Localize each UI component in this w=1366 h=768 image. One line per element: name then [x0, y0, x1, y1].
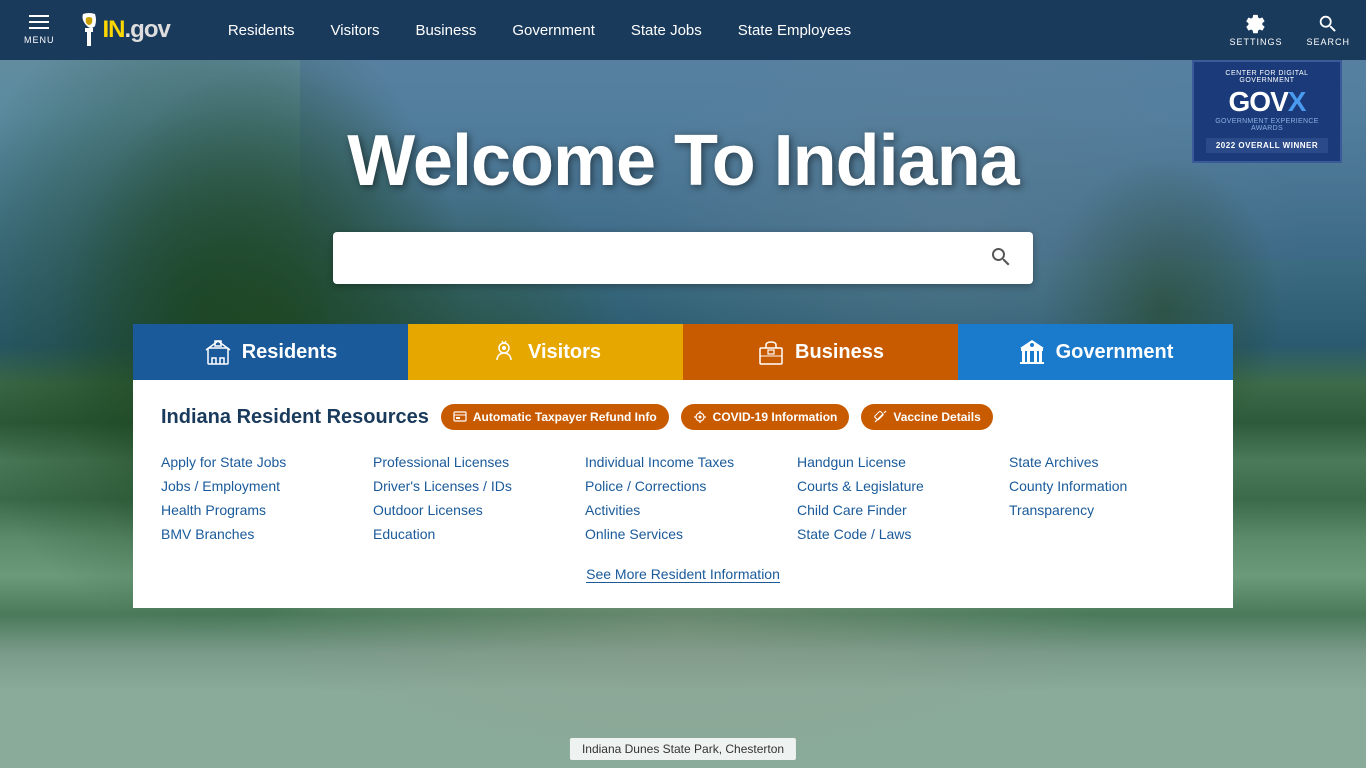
visitors-icon	[490, 338, 518, 366]
link-state-code[interactable]: State Code / Laws	[797, 522, 993, 546]
covid-badge-label: COVID-19 Information	[713, 410, 838, 424]
logo-text: IN.gov	[103, 16, 170, 44]
tab-government-label: Government	[1056, 341, 1174, 364]
link-drivers-licenses[interactable]: Driver's Licenses / IDs	[373, 474, 569, 498]
logo[interactable]: IN.gov	[79, 12, 170, 48]
page-wrapper: MENU IN.gov Residents Visitors Business …	[0, 0, 1366, 768]
link-bmv-branches[interactable]: BMV Branches	[161, 522, 357, 546]
torch-icon	[79, 12, 99, 48]
search-button[interactable]: SEARCH	[1306, 13, 1350, 47]
tabs: Residents Visitors Business	[133, 324, 1233, 380]
gear-icon	[1245, 13, 1267, 35]
nav-state-employees[interactable]: State Employees	[720, 0, 869, 60]
links-col-3: Individual Income Taxes Police / Correct…	[585, 450, 781, 546]
link-police-corrections[interactable]: Police / Corrections	[585, 474, 781, 498]
menu-label: MENU	[24, 35, 55, 45]
search-submit-button[interactable]	[985, 241, 1017, 276]
residents-icon	[204, 338, 232, 366]
link-handgun-license[interactable]: Handgun License	[797, 450, 993, 474]
search-icon	[1317, 13, 1339, 35]
link-county-info[interactable]: County Information	[1009, 474, 1205, 498]
settings-button[interactable]: SETTINGS	[1229, 13, 1282, 47]
link-courts-legislature[interactable]: Courts & Legislature	[797, 474, 993, 498]
link-state-archives[interactable]: State Archives	[1009, 450, 1205, 474]
govx-top-text: CENTER FOR DIGITAL GOVERNMENT	[1206, 70, 1328, 84]
tab-business-label: Business	[795, 341, 884, 364]
hero-title: Welcome To Indiana	[347, 120, 1018, 202]
settings-label: SETTINGS	[1229, 37, 1282, 47]
covid-icon	[693, 410, 707, 424]
link-apply-state-jobs[interactable]: Apply for State Jobs	[161, 450, 357, 474]
menu-button[interactable]: MENU	[16, 7, 63, 53]
tab-business[interactable]: Business	[683, 324, 958, 380]
search-label: SEARCH	[1306, 37, 1350, 47]
refund-badge-button[interactable]: Automatic Taxpayer Refund Info	[441, 404, 669, 430]
tab-government[interactable]: Government	[958, 324, 1233, 380]
navbar: MENU IN.gov Residents Visitors Business …	[0, 0, 1366, 60]
govx-x: X	[1288, 86, 1306, 117]
tab-visitors-label: Visitors	[528, 341, 601, 364]
govx-winner: 2022 OVERALL WINNER	[1206, 138, 1328, 153]
links-col-1: Apply for State Jobs Jobs / Employment H…	[161, 450, 357, 546]
link-transparency[interactable]: Transparency	[1009, 498, 1205, 522]
vaccine-badge-label: Vaccine Details	[893, 410, 980, 424]
links-col-4: Handgun License Courts & Legislature Chi…	[797, 450, 993, 546]
logo-in: IN	[103, 16, 125, 43]
refund-icon	[453, 410, 467, 424]
content-panel: Indiana Resident Resources Automatic Tax…	[133, 380, 1233, 608]
refund-badge-label: Automatic Taxpayer Refund Info	[473, 410, 657, 424]
business-icon	[757, 338, 785, 366]
search-input[interactable]	[349, 249, 985, 267]
search-bar	[333, 232, 1033, 284]
see-more-link[interactable]: See More Resident Information	[586, 566, 780, 583]
government-icon	[1018, 338, 1046, 366]
tab-visitors[interactable]: Visitors	[408, 324, 683, 380]
govx-logo: GOVX	[1206, 88, 1328, 116]
tab-residents-label: Residents	[242, 341, 338, 364]
nav-links: Residents Visitors Business Government S…	[210, 0, 1230, 60]
see-more: See More Resident Information	[161, 566, 1205, 584]
menu-bar-3	[29, 27, 49, 29]
link-education[interactable]: Education	[373, 522, 569, 546]
hero-content: Welcome To Indiana Residents	[0, 60, 1366, 608]
logo-gov: .gov	[125, 16, 170, 43]
link-health-programs[interactable]: Health Programs	[161, 498, 357, 522]
search-submit-icon	[989, 245, 1013, 269]
vaccine-icon	[873, 410, 887, 424]
link-jobs-employment[interactable]: Jobs / Employment	[161, 474, 357, 498]
nav-business[interactable]: Business	[397, 0, 494, 60]
link-income-taxes[interactable]: Individual Income Taxes	[585, 450, 781, 474]
link-outdoor-licenses[interactable]: Outdoor Licenses	[373, 498, 569, 522]
nav-right: SETTINGS SEARCH	[1229, 13, 1350, 47]
links-col-2: Professional Licenses Driver's Licenses …	[373, 450, 569, 546]
nav-residents[interactable]: Residents	[210, 0, 313, 60]
link-online-services[interactable]: Online Services	[585, 522, 781, 546]
links-grid: Apply for State Jobs Jobs / Employment H…	[161, 450, 1205, 546]
location-tag: Indiana Dunes State Park, Chesterton	[570, 738, 796, 760]
nav-visitors[interactable]: Visitors	[313, 0, 398, 60]
vaccine-badge-button[interactable]: Vaccine Details	[861, 404, 992, 430]
nav-government[interactable]: Government	[494, 0, 613, 60]
govx-badge: CENTER FOR DIGITAL GOVERNMENT GOVX GOVER…	[1192, 60, 1342, 163]
links-col-5: State Archives County Information Transp…	[1009, 450, 1205, 546]
menu-bar-1	[29, 15, 49, 17]
menu-bar-2	[29, 21, 49, 23]
govx-sub: GOVERNMENT EXPERIENCE AWARDS	[1206, 118, 1328, 132]
link-activities[interactable]: Activities	[585, 498, 781, 522]
link-professional-licenses[interactable]: Professional Licenses	[373, 450, 569, 474]
panel-title: Indiana Resident Resources	[161, 406, 429, 429]
panel-header: Indiana Resident Resources Automatic Tax…	[161, 404, 1205, 430]
covid-badge-button[interactable]: COVID-19 Information	[681, 404, 850, 430]
nav-state-jobs[interactable]: State Jobs	[613, 0, 720, 60]
tab-residents[interactable]: Residents	[133, 324, 408, 380]
link-child-care[interactable]: Child Care Finder	[797, 498, 993, 522]
